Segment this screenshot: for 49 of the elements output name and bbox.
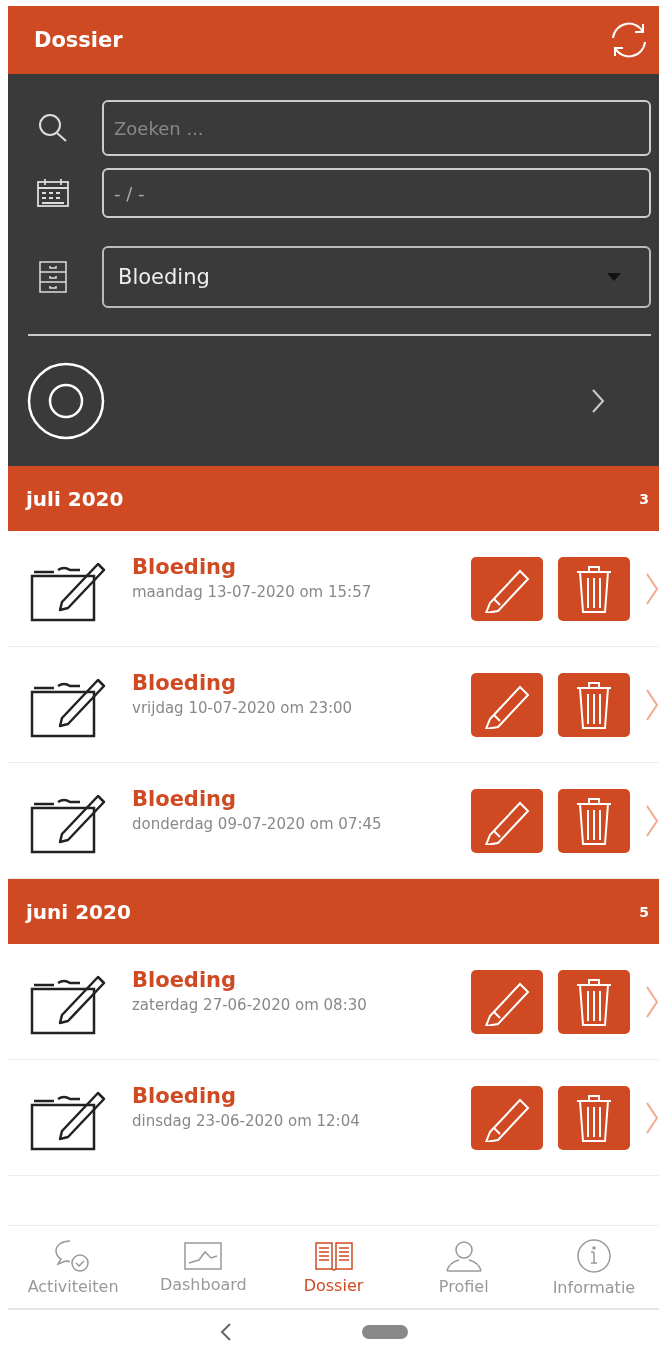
trash-icon [575, 563, 613, 614]
person-icon [443, 1238, 484, 1273]
trash-icon [575, 679, 613, 730]
calendar-icon [36, 178, 70, 208]
edit-button[interactable] [471, 1085, 543, 1150]
entry-date: donderdag 09-07-2020 om 07:45 [132, 814, 382, 833]
entry-title[interactable]: Bloeding [132, 554, 237, 579]
nav-tab[interactable]: Informatie [528, 1226, 659, 1308]
trash-icon [575, 976, 613, 1027]
nav-tab[interactable]: Dashboard [138, 1226, 269, 1308]
entry-count: 3 [639, 490, 649, 507]
cabinet-icon [38, 260, 68, 294]
entry-title[interactable]: Bloeding [132, 1083, 237, 1108]
entry-title[interactable]: Bloeding [132, 967, 237, 992]
entry-date: zaterdag 27-06-2020 om 08:30 [132, 995, 367, 1014]
nav-tab[interactable]: Profiel [398, 1226, 529, 1308]
chart-icon [183, 1240, 224, 1271]
edit-button[interactable] [471, 969, 543, 1034]
camera-button-icon[interactable] [26, 361, 106, 441]
entry-title[interactable]: Bloeding [132, 670, 237, 695]
entry-count: 5 [639, 903, 649, 920]
trash-icon [575, 795, 613, 846]
chevron-right-icon[interactable] [591, 388, 605, 414]
edit-button[interactable] [471, 788, 543, 853]
month-label: juli 2020 [26, 486, 124, 511]
edit-button[interactable] [471, 556, 543, 621]
delete-button[interactable] [558, 969, 630, 1034]
entry-date: maandag 13-07-2020 om 15:57 [132, 582, 372, 601]
search-field[interactable]: Zoeken ... [102, 100, 651, 156]
entry-title[interactable]: Bloeding [132, 786, 237, 811]
month-label: juni 2020 [26, 899, 131, 924]
nav-tab[interactable]: Activiteiten [8, 1226, 139, 1308]
delete-button[interactable] [558, 788, 630, 853]
trash-icon [575, 1092, 613, 1143]
header-title: Dossier [34, 28, 123, 52]
delete-button[interactable] [558, 672, 630, 737]
back-icon[interactable] [219, 1322, 232, 1342]
home-pill[interactable] [361, 1325, 408, 1339]
caret-icon [607, 273, 621, 281]
nav-tab[interactable]: Dossier [268, 1226, 399, 1308]
category-dropdown[interactable]: Bloeding [102, 246, 651, 308]
delete-button[interactable] [558, 556, 630, 621]
edit-button[interactable] [471, 672, 543, 737]
delete-button[interactable] [558, 1085, 630, 1150]
info-icon [575, 1237, 612, 1274]
entry-date: dinsdag 23-06-2020 om 12:04 [132, 1111, 360, 1130]
book-icon [313, 1239, 354, 1272]
date-field[interactable]: - / - [102, 168, 651, 218]
entry-date: vrijdag 10-07-2020 om 23:00 [132, 698, 353, 717]
